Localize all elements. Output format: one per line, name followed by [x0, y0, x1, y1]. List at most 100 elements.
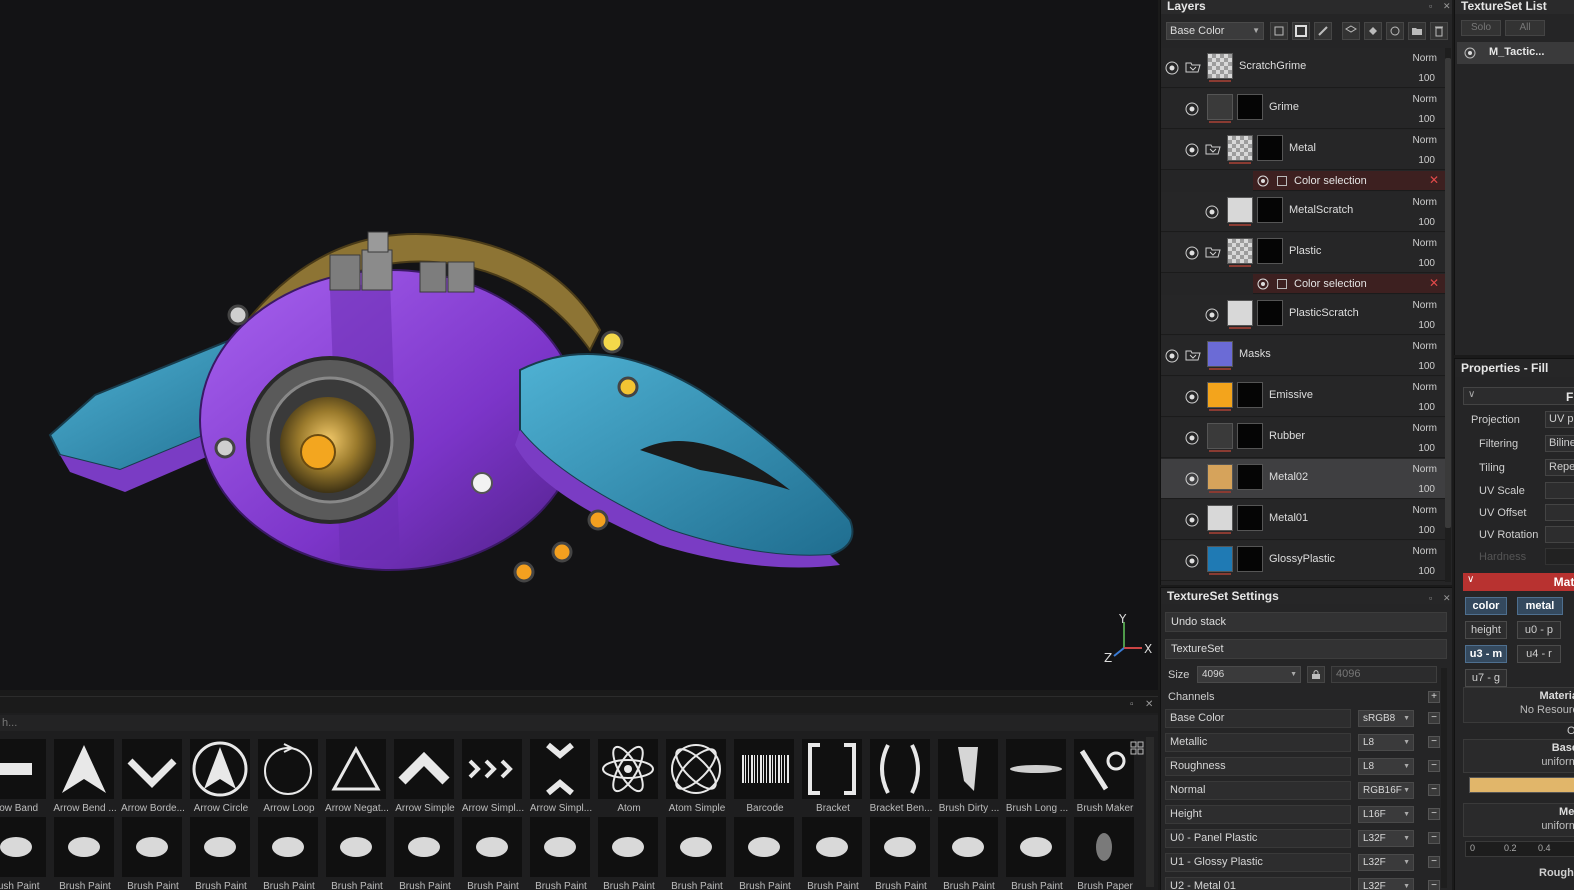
channel-dropdown[interactable]: Base Color ▼	[1166, 22, 1264, 40]
add-folder-button[interactable]	[1408, 22, 1426, 40]
channel-name[interactable]: U1 - Glossy Plastic	[1165, 853, 1351, 872]
remove-channel-button[interactable]: −	[1428, 832, 1440, 844]
material-channel-chip[interactable]: height	[1465, 621, 1507, 639]
remove-effect-icon[interactable]: ✕	[1429, 173, 1439, 187]
eye-icon[interactable]	[1185, 246, 1199, 260]
channel-format-dropdown[interactable]: L32F ▼	[1358, 830, 1414, 847]
layer-blend-mode[interactable]: Norm	[1413, 238, 1437, 249]
eye-icon[interactable]	[1185, 102, 1199, 116]
remove-channel-button[interactable]: −	[1428, 760, 1440, 772]
spaceship-model[interactable]	[0, 0, 1158, 690]
folder-open-icon[interactable]	[1205, 142, 1221, 156]
layer-thumbnail[interactable]	[1207, 464, 1233, 490]
metallic-slider[interactable]: 0 0.2 0.4	[1465, 841, 1574, 857]
shelf-item[interactable]: Atom	[596, 739, 664, 819]
layer-row[interactable]: ScratchGrime Norm 100	[1161, 48, 1445, 88]
add-layer-button[interactable]	[1342, 22, 1360, 40]
layer-opacity[interactable]: 100	[1418, 73, 1435, 84]
layer-mask-thumbnail[interactable]	[1237, 382, 1263, 408]
layer-thumbnail[interactable]	[1227, 300, 1253, 326]
channel-name[interactable]: U2 - Metal 01	[1165, 877, 1351, 890]
layer-mask-thumbnail[interactable]	[1257, 135, 1283, 161]
layer-row[interactable]: Metal Norm 100	[1161, 130, 1445, 170]
projection-dropdown[interactable]: UV proje	[1545, 411, 1574, 428]
channel-name[interactable]: Normal	[1165, 781, 1351, 800]
close-icon[interactable]: ✕	[1443, 0, 1451, 13]
add-mask-button[interactable]	[1292, 22, 1310, 40]
layer-opacity[interactable]: 100	[1418, 484, 1435, 495]
shelf-item[interactable]: Brush Paint	[664, 817, 732, 890]
textureset-settings-scrollbar[interactable]	[1441, 668, 1447, 888]
shelf-item[interactable]: Brush Dirty ...	[936, 739, 1004, 819]
shelf-item[interactable]: Brush Paper	[1072, 817, 1140, 890]
size-height-field[interactable]: 4096	[1331, 666, 1437, 683]
channel-name[interactable]: Height	[1165, 805, 1351, 824]
layer-thumbnail[interactable]	[1207, 546, 1233, 572]
remove-channel-button[interactable]: −	[1428, 712, 1440, 724]
eye-icon[interactable]	[1185, 472, 1199, 486]
uv-rotation-slider[interactable]	[1545, 526, 1574, 543]
shelf-item[interactable]: Brush Paint	[120, 817, 188, 890]
shelf-item[interactable]: row Band	[0, 739, 52, 819]
shelf-item[interactable]: Arrow Circle	[188, 739, 256, 819]
shelf-item[interactable]: rush Paint	[0, 817, 52, 890]
shelf-item[interactable]: Arrow Loop	[256, 739, 324, 819]
layer-opacity[interactable]: 100	[1418, 361, 1435, 372]
material-channel-chip[interactable]: u7 - g	[1465, 669, 1507, 687]
add-channel-button[interactable]: +	[1428, 691, 1440, 703]
add-fill-layer-button[interactable]	[1364, 22, 1382, 40]
layer-thumbnail[interactable]	[1207, 341, 1233, 367]
delete-layer-button[interactable]	[1430, 22, 1448, 40]
shelf-item[interactable]: Brush Paint	[528, 817, 596, 890]
material-channel-chip[interactable]: metal	[1517, 597, 1563, 615]
shelf-item[interactable]: Atom Simple	[664, 739, 732, 819]
material-channel-chip[interactable]: color	[1465, 597, 1507, 615]
grid-view-icon[interactable]	[1130, 741, 1144, 755]
material-channel-chip[interactable]: u3 - m	[1465, 645, 1507, 663]
channel-name[interactable]: Metallic	[1165, 733, 1351, 752]
layer-row[interactable]: Plastic Norm 100	[1161, 233, 1445, 273]
layer-mask-thumbnail[interactable]	[1257, 300, 1283, 326]
layer-blend-mode[interactable]: Norm	[1413, 197, 1437, 208]
layer-opacity[interactable]: 100	[1418, 525, 1435, 536]
all-button[interactable]: All	[1505, 20, 1545, 36]
layer-row[interactable]: Metal02 Norm 100	[1161, 459, 1445, 499]
shelf-item[interactable]: Brush Paint	[596, 817, 664, 890]
material-channel-chip[interactable]: u0 - p	[1517, 621, 1561, 639]
channel-name[interactable]: Base Color	[1165, 709, 1351, 728]
shelf-item[interactable]: Brush Paint	[324, 817, 392, 890]
shelf-item[interactable]: Brush Paint	[800, 817, 868, 890]
layer-blend-mode[interactable]: Norm	[1413, 94, 1437, 105]
layer-effect-row[interactable]: Color selection ✕	[1253, 171, 1445, 191]
shelf-item[interactable]: Arrow Borde...	[120, 739, 188, 819]
layer-mask-thumbnail[interactable]	[1237, 546, 1263, 572]
3d-viewport[interactable]: Y X Z	[0, 0, 1158, 690]
layer-blend-mode[interactable]: Norm	[1413, 546, 1437, 557]
shelf-item[interactable]: Brush Long ...	[1004, 739, 1072, 819]
close-icon[interactable]: ✕	[1145, 699, 1153, 710]
eye-icon[interactable]	[1205, 308, 1219, 322]
layer-mask-thumbnail[interactable]	[1237, 505, 1263, 531]
layer-opacity[interactable]: 100	[1418, 258, 1435, 269]
shelf-item[interactable]: Brush Paint	[1004, 817, 1072, 890]
layer-thumbnail[interactable]	[1227, 197, 1253, 223]
folder-open-icon[interactable]	[1205, 245, 1221, 259]
shelf-item[interactable]: Brush Paint	[256, 817, 324, 890]
material-section-header[interactable]: ∨ Mate	[1463, 573, 1574, 591]
uv-scale-slider[interactable]	[1545, 482, 1574, 499]
layer-thumbnail[interactable]	[1207, 53, 1233, 79]
channel-format-dropdown[interactable]: L8 ▼	[1358, 734, 1414, 751]
undo-stack-button[interactable]: Undo stack	[1165, 612, 1447, 632]
layer-blend-mode[interactable]: Norm	[1413, 423, 1437, 434]
lock-ratio-button[interactable]	[1307, 666, 1325, 683]
layer-blend-mode[interactable]: Norm	[1413, 464, 1437, 475]
layer-thumbnail[interactable]	[1207, 382, 1233, 408]
shelf-item[interactable]: Brush Paint	[732, 817, 800, 890]
shelf-item[interactable]: Brush Paint	[188, 817, 256, 890]
undock-icon[interactable]: ▫	[1130, 699, 1134, 710]
eye-icon[interactable]	[1464, 47, 1476, 59]
tiling-dropdown[interactable]: Repe	[1545, 459, 1574, 476]
shelf-search-input[interactable]: h...	[0, 715, 1158, 731]
layer-row[interactable]: Grime Norm 100	[1161, 89, 1445, 129]
shelf-item[interactable]: Arrow Bend ...	[52, 739, 120, 819]
